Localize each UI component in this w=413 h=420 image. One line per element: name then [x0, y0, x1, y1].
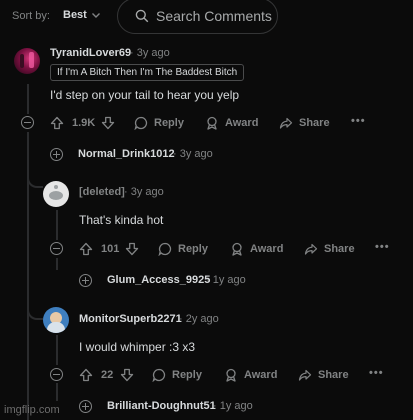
comment-body: I would whimper :3 x3 [79, 340, 196, 354]
thread-line-monitor-children [56, 383, 58, 401]
username[interactable]: Brilliant-Doughnut51 [107, 400, 216, 412]
sort-dropdown[interactable]: Best [63, 9, 87, 21]
share-button[interactable]: Share [298, 366, 350, 384]
award-icon [226, 368, 236, 382]
comment-body: That's kinda hot [79, 213, 164, 227]
reply-label: Reply [172, 369, 202, 381]
share-button[interactable]: Share [279, 114, 331, 132]
award-icon [207, 116, 217, 130]
username[interactable]: TyranidLover69 [50, 47, 131, 59]
share-label: Share [324, 243, 355, 255]
username[interactable]: Normal_Drink1012 [78, 148, 175, 160]
award-label: Award [225, 117, 259, 129]
share-button[interactable]: Share [304, 240, 356, 258]
share-label: Share [318, 369, 349, 381]
timestamp[interactable]: · 3y ago [173, 148, 213, 160]
award-button[interactable]: Award [230, 240, 286, 258]
downvote-icon[interactable] [101, 116, 115, 130]
thread-line-deleted-children [56, 258, 58, 270]
user-flair: If I'm A Bitch Then I'm The Baddest Bitc… [50, 64, 245, 81]
downvote-icon[interactable] [125, 242, 139, 256]
comment-bubble-icon [158, 242, 172, 256]
more-options-icon[interactable]: ••• [351, 115, 366, 127]
thread-line-deleted [56, 210, 58, 240]
collapse-thread-button[interactable] [50, 242, 63, 255]
share-label: Share [299, 117, 330, 129]
timestamp[interactable]: · 3y ago [124, 186, 164, 198]
reply-button[interactable]: Reply [152, 366, 202, 384]
downvote-icon[interactable] [120, 368, 134, 382]
thread-branch-curve [27, 292, 43, 320]
share-icon [279, 117, 293, 129]
thread-branch-curve [27, 166, 43, 188]
avatar[interactable] [43, 181, 69, 207]
search-icon [135, 9, 149, 23]
expand-thread-button[interactable] [79, 400, 92, 413]
chevron-down-icon[interactable] [91, 10, 101, 20]
expand-thread-button[interactable] [79, 274, 92, 287]
upvote-icon[interactable] [79, 368, 93, 382]
sort-bar: Sort by: Best Search Comments [0, 0, 413, 36]
expand-thread-button[interactable] [50, 148, 63, 161]
award-icon [232, 242, 242, 256]
timestamp[interactable]: · 1y ago [213, 400, 253, 412]
collapse-thread-button[interactable] [21, 116, 34, 129]
search-input[interactable]: Search Comments [117, 0, 278, 34]
thread-line-monitor [56, 335, 58, 365]
award-button[interactable]: Award [205, 114, 261, 132]
search-placeholder: Search Comments [156, 8, 272, 24]
username[interactable]: [deleted] [79, 186, 125, 198]
award-label: Award [250, 243, 284, 255]
reply-label: Reply [154, 117, 184, 129]
timestamp[interactable]: · 3y ago [130, 47, 170, 59]
more-options-icon[interactable]: ••• [375, 241, 390, 253]
username[interactable]: MonitorSuperb2271 [79, 313, 182, 325]
upvote-icon[interactable] [50, 116, 64, 130]
reply-button[interactable]: Reply [134, 114, 184, 132]
avatar[interactable] [14, 48, 40, 74]
vote-count: 22 [101, 369, 114, 381]
comment-bubble-icon [152, 368, 166, 382]
upvote-icon[interactable] [79, 242, 93, 256]
award-label: Award [244, 369, 278, 381]
vote-count: 101 [101, 243, 120, 255]
reply-button[interactable]: Reply [158, 240, 208, 258]
reply-label: Reply [178, 243, 208, 255]
avatar[interactable] [43, 307, 69, 333]
timestamp[interactable]: · 1y ago [206, 274, 246, 286]
share-icon [304, 243, 318, 255]
collapse-thread-button[interactable] [50, 368, 63, 381]
timestamp[interactable]: · 2y ago [179, 313, 219, 325]
share-icon [298, 369, 312, 381]
username[interactable]: Glum_Access_9925 [107, 274, 210, 286]
vote-count: 1.9K [72, 117, 96, 129]
comment-body: I'd step on your tail to hear you yelp [50, 88, 240, 102]
sort-label: Sort by: [12, 10, 50, 22]
award-button[interactable]: Award [224, 366, 280, 384]
watermark: imgflip.com [4, 404, 60, 416]
more-options-icon[interactable]: ••• [369, 367, 384, 379]
thread-line-root [27, 84, 29, 114]
comment-bubble-icon [134, 116, 148, 130]
